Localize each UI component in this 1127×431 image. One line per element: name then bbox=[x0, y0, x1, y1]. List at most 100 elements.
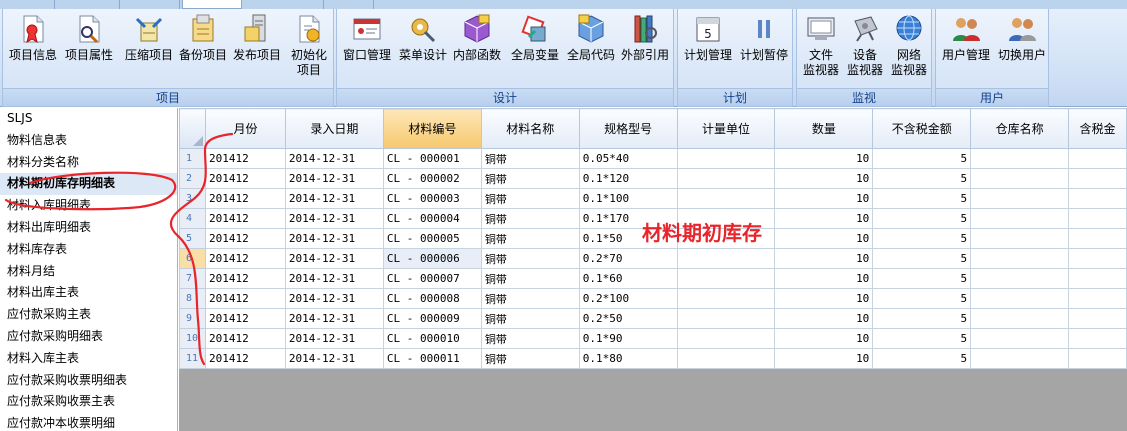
column-header[interactable]: 规格型号 bbox=[578, 108, 678, 149]
table-cell[interactable]: 铜带 bbox=[480, 148, 580, 169]
table-cell[interactable]: CL - 000001 bbox=[382, 148, 482, 169]
table-cell[interactable] bbox=[1068, 188, 1127, 209]
table-cell[interactable]: 2014-12-31 bbox=[284, 328, 384, 349]
column-header[interactable]: 录入日期 bbox=[284, 108, 384, 149]
table-cell[interactable]: 2014-12-31 bbox=[284, 188, 384, 209]
table-cell[interactable]: 0.2*70 bbox=[578, 248, 678, 269]
table-cell[interactable]: 10 bbox=[774, 348, 874, 369]
table-row[interactable]: 1 201412 2014-12-31 CL - 000001 铜带 0.05*40 10 5 bbox=[179, 148, 1127, 169]
column-header[interactable]: 计量单位 bbox=[676, 108, 776, 149]
ribbon-tab[interactable] bbox=[324, 0, 374, 9]
table-cell[interactable] bbox=[1068, 308, 1127, 329]
column-header[interactable]: 材料名称 bbox=[480, 108, 580, 149]
table-cell[interactable]: 0.2*100 bbox=[578, 288, 678, 309]
table-cell[interactable]: 铜带 bbox=[480, 188, 580, 209]
table-cell[interactable]: 0.1*120 bbox=[578, 168, 678, 189]
table-cell[interactable]: 0.2*50 bbox=[578, 308, 678, 329]
table-cell[interactable]: 铜带 bbox=[480, 228, 580, 249]
table-cell[interactable]: 5 bbox=[872, 188, 972, 209]
table-cell[interactable] bbox=[676, 168, 776, 189]
table-cell[interactable]: 5 bbox=[872, 328, 972, 349]
sidebar-item[interactable]: 应付款采购主表 bbox=[0, 304, 177, 326]
table-cell[interactable]: 2014-12-31 bbox=[284, 148, 384, 169]
table-cell[interactable]: CL - 000003 bbox=[382, 188, 482, 209]
row-number[interactable]: 11 bbox=[179, 348, 206, 369]
table-cell[interactable]: 铜带 bbox=[480, 328, 580, 349]
row-number[interactable]: 1 bbox=[179, 148, 206, 169]
row-number[interactable]: 9 bbox=[179, 308, 206, 329]
table-cell[interactable] bbox=[970, 148, 1069, 169]
row-number[interactable]: 8 bbox=[179, 288, 206, 309]
table-cell[interactable] bbox=[970, 188, 1069, 209]
table-cell[interactable]: 5 bbox=[872, 248, 972, 269]
sidebar-item[interactable]: 材料分类名称 bbox=[0, 152, 177, 174]
project-properties-button[interactable]: 项目属性 bbox=[61, 11, 117, 87]
table-row[interactable]: 8 201412 2014-12-31 CL - 000008 铜带 0.2*100 10 5 bbox=[179, 288, 1127, 309]
project-info-button[interactable]: 项目信息 bbox=[5, 11, 61, 87]
table-cell[interactable]: 5 bbox=[872, 268, 972, 289]
column-header[interactable]: 仓库名称 bbox=[970, 108, 1069, 149]
table-row[interactable]: 2 201412 2014-12-31 CL - 000002 铜带 0.1*120 10 5 bbox=[179, 168, 1127, 189]
table-cell[interactable]: CL - 000011 bbox=[382, 348, 482, 369]
table-cell[interactable]: 201412 bbox=[204, 328, 286, 349]
table-cell[interactable] bbox=[1068, 268, 1127, 289]
table-cell[interactable]: 5 bbox=[872, 348, 972, 369]
table-cell[interactable] bbox=[676, 328, 776, 349]
sidebar-item[interactable]: 应付款采购收票明细表 bbox=[0, 370, 177, 392]
window-manage-button[interactable]: 窗口管理 bbox=[339, 11, 395, 87]
table-cell[interactable]: 0.1*60 bbox=[578, 268, 678, 289]
sidebar-item[interactable]: 材料入库明细表 bbox=[0, 195, 177, 217]
table-cell[interactable]: 10 bbox=[774, 148, 874, 169]
row-number[interactable]: 6 bbox=[179, 248, 206, 269]
table-cell[interactable] bbox=[970, 208, 1069, 229]
table-cell[interactable] bbox=[970, 288, 1069, 309]
table-cell[interactable]: CL - 000008 bbox=[382, 288, 482, 309]
sidebar-item[interactable]: 材料出库主表 bbox=[0, 282, 177, 304]
table-cell[interactable]: 10 bbox=[774, 328, 874, 349]
global-code-button[interactable]: 全局代码 bbox=[563, 11, 619, 87]
table-cell[interactable] bbox=[1068, 248, 1127, 269]
table-cell[interactable] bbox=[970, 168, 1069, 189]
table-cell[interactable]: CL - 000007 bbox=[382, 268, 482, 289]
table-cell[interactable]: 10 bbox=[774, 168, 874, 189]
table-cell[interactable]: 201412 bbox=[204, 248, 286, 269]
table-cell[interactable]: 铜带 bbox=[480, 268, 580, 289]
table-cell[interactable]: 201412 bbox=[204, 148, 286, 169]
table-cell[interactable] bbox=[676, 248, 776, 269]
table-cell[interactable]: 10 bbox=[774, 248, 874, 269]
table-cell[interactable]: 0.05*40 bbox=[578, 148, 678, 169]
table-cell[interactable] bbox=[676, 348, 776, 369]
internal-function-button[interactable]: 内部函数 bbox=[449, 11, 505, 87]
table-cell[interactable]: CL - 000010 bbox=[382, 328, 482, 349]
table-cell[interactable]: 2014-12-31 bbox=[284, 308, 384, 329]
column-header[interactable]: 含税金 bbox=[1068, 108, 1127, 149]
table-cell[interactable]: 5 bbox=[872, 228, 972, 249]
sidebar-item[interactable]: 材料库存表 bbox=[0, 239, 177, 261]
column-header[interactable]: 不含税金额 bbox=[872, 108, 972, 149]
table-cell[interactable]: 10 bbox=[774, 308, 874, 329]
table-cell[interactable]: 5 bbox=[872, 208, 972, 229]
device-monitor-button[interactable]: 设备 监视器 bbox=[843, 11, 887, 87]
sidebar-item[interactable]: 材料月结 bbox=[0, 261, 177, 283]
table-cell[interactable]: 0.1*90 bbox=[578, 328, 678, 349]
sidebar-item[interactable]: 物料信息表 bbox=[0, 130, 177, 152]
table-cell[interactable] bbox=[1068, 348, 1127, 369]
init-project-button[interactable]: 初始化 项目 bbox=[285, 11, 333, 87]
row-number[interactable]: 2 bbox=[179, 168, 206, 189]
ribbon-tab[interactable] bbox=[244, 0, 324, 9]
table-cell[interactable]: 铜带 bbox=[480, 348, 580, 369]
table-cell[interactable] bbox=[970, 308, 1069, 329]
table-cell[interactable]: CL - 000004 bbox=[382, 208, 482, 229]
sidebar-item[interactable]: 材料出库明细表 bbox=[0, 217, 177, 239]
table-row[interactable]: 10 201412 2014-12-31 CL - 000010 铜带 0.1*90 10 5 bbox=[179, 328, 1127, 349]
grid-corner[interactable] bbox=[179, 108, 206, 149]
table-cell[interactable]: 2014-12-31 bbox=[284, 348, 384, 369]
table-row[interactable]: 3 201412 2014-12-31 CL - 000003 铜带 0.1*100 10 5 bbox=[179, 188, 1127, 209]
file-monitor-button[interactable]: 文件 监视器 bbox=[799, 11, 843, 87]
row-number[interactable]: 10 bbox=[179, 328, 206, 349]
table-cell[interactable] bbox=[676, 148, 776, 169]
ribbon-tab[interactable] bbox=[120, 0, 180, 9]
column-header[interactable]: 数量 bbox=[774, 108, 874, 149]
switch-user-button[interactable]: 切换用户 bbox=[994, 11, 1050, 87]
table-cell[interactable]: 10 bbox=[774, 268, 874, 289]
